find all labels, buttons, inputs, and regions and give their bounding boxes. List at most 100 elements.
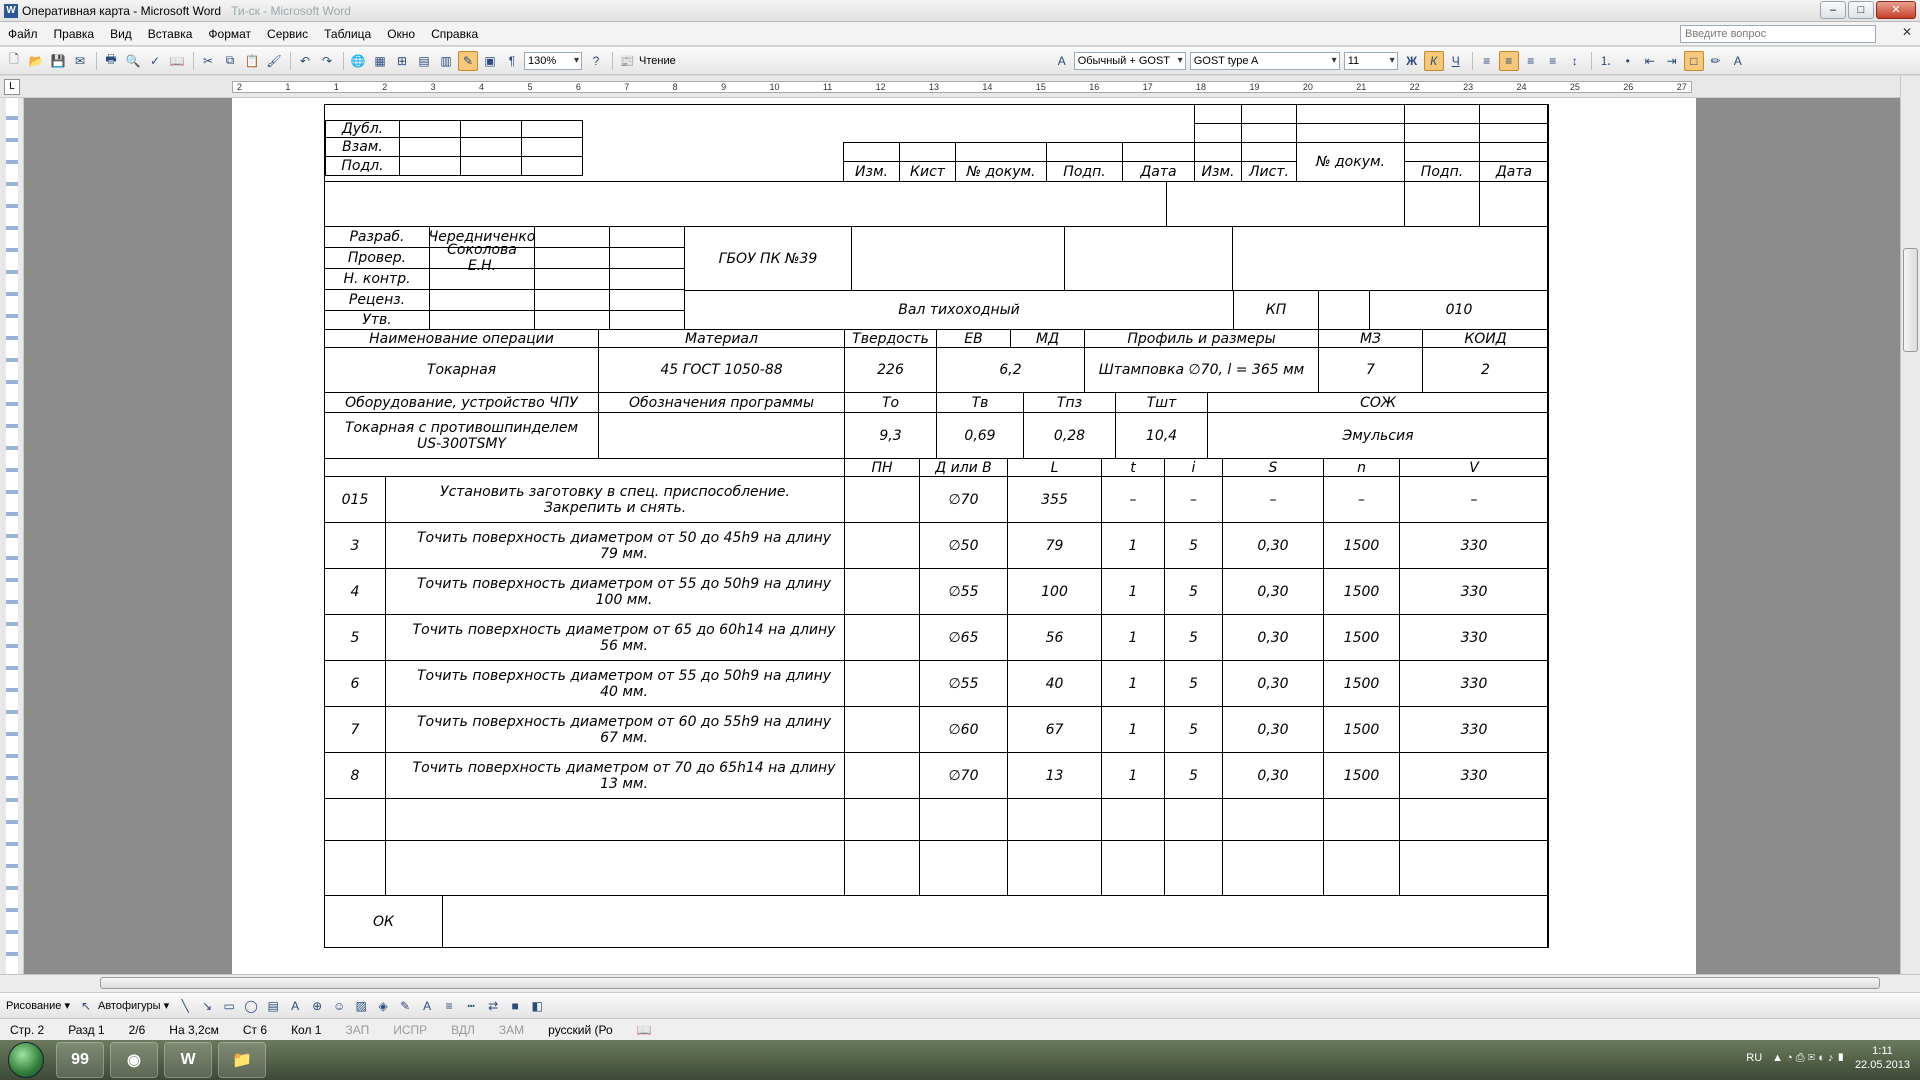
word-app-icon[interactable]: W [4, 3, 18, 18]
menu-tools[interactable]: Сервис [267, 27, 308, 41]
print-icon[interactable]: 🖶 [101, 51, 121, 71]
decrease-indent-icon[interactable]: ⇤ [1640, 51, 1660, 71]
menu-help[interactable]: Справка [431, 27, 478, 41]
bold-button[interactable]: Ж [1402, 51, 1422, 71]
bullets-icon[interactable]: • [1618, 51, 1638, 71]
menu-table[interactable]: Таблица [324, 27, 371, 41]
align-left-icon[interactable]: ≡ [1477, 51, 1497, 71]
wordart-icon[interactable]: A [285, 996, 305, 1016]
font-select[interactable]: GOST type A [1189, 51, 1340, 70]
close-document-icon[interactable]: ✕ [1902, 25, 1912, 39]
menu-format[interactable]: Формат [208, 27, 251, 41]
columns-icon[interactable]: ▥ [436, 51, 456, 71]
horizontal-scroll-thumb[interactable] [100, 977, 1880, 989]
taskbar-badge-icon[interactable]: 99 [56, 1042, 104, 1078]
menu-file[interactable]: Файл [8, 27, 38, 41]
clock[interactable]: 1:11 22.05.2013 [1855, 1044, 1910, 1072]
line-color-icon[interactable]: ✎ [395, 996, 415, 1016]
tab-selector[interactable]: L [4, 79, 20, 95]
textbox-icon[interactable]: ▤ [263, 996, 283, 1016]
select-objects-icon[interactable]: ↖ [76, 996, 96, 1016]
help-search-input[interactable]: Введите вопрос [1680, 25, 1876, 43]
font-color-draw-icon[interactable]: A [417, 996, 437, 1016]
diagram-icon[interactable]: ⊕ [307, 996, 327, 1016]
format-painter-icon[interactable]: 🖌 [264, 51, 284, 71]
maximize-button[interactable]: □ [1848, 1, 1874, 19]
align-right-icon[interactable]: ≡ [1521, 51, 1541, 71]
chrome-icon[interactable]: ◉ [110, 1042, 158, 1078]
close-button[interactable]: ✕ [1876, 1, 1916, 19]
dash-style-icon[interactable]: ┅ [461, 996, 481, 1016]
autoshapes-button[interactable]: Автофигуры ▾ [98, 999, 169, 1012]
font-size-select[interactable]: 11 [1343, 51, 1398, 70]
input-language[interactable]: RU [1746, 1052, 1762, 1064]
line-icon[interactable]: ╲ [175, 996, 195, 1016]
permission-icon[interactable]: ✉ [70, 51, 90, 71]
help-icon[interactable]: ? [586, 51, 606, 71]
shadow-icon[interactable]: ■ [505, 996, 525, 1016]
menu-insert[interactable]: Вставка [148, 27, 193, 41]
new-document-icon[interactable]: 🗋 [4, 51, 24, 71]
oval-icon[interactable]: ◯ [241, 996, 261, 1016]
reading-button[interactable]: Чтение [639, 55, 676, 67]
fill-color-icon[interactable]: ◈ [373, 996, 393, 1016]
hyperlink-icon[interactable]: 🌐 [348, 51, 368, 71]
align-center-icon[interactable]: ≡ [1498, 50, 1519, 71]
zoom-select[interactable]: 130% [524, 51, 582, 70]
document-map-icon[interactable]: ▣ [480, 51, 500, 71]
insert-excel-icon[interactable]: ▤ [414, 51, 434, 71]
print-preview-icon[interactable]: 🔍 [123, 51, 143, 71]
status-trk[interactable]: ИСПР [393, 1023, 427, 1037]
copy-icon[interactable]: ⧉ [220, 51, 240, 71]
status-ext[interactable]: ВДЛ [451, 1023, 475, 1037]
undo-icon[interactable]: ↶ [295, 51, 315, 71]
reading-layout-icon[interactable]: 📰 [617, 51, 637, 71]
status-language[interactable]: русский (Ро [548, 1023, 613, 1037]
paste-icon[interactable]: 📋 [242, 51, 262, 71]
status-ovr[interactable]: ЗАМ [499, 1023, 524, 1037]
research-icon[interactable]: 📖 [167, 51, 187, 71]
word-taskbar-icon[interactable]: W [164, 1042, 212, 1078]
styles-icon[interactable]: A [1052, 51, 1072, 71]
arrow-style-icon[interactable]: ⇄ [483, 996, 503, 1016]
arrow-icon[interactable]: ↘ [197, 996, 217, 1016]
drawing-menu-button[interactable]: Рисование ▾ [6, 999, 70, 1012]
clipart-icon[interactable]: ☺ [329, 996, 349, 1016]
style-select[interactable]: Обычный + GOST [1073, 51, 1186, 70]
line-style-icon[interactable]: ≡ [439, 996, 459, 1016]
underline-button[interactable]: Ч [1446, 51, 1466, 71]
tray-icons[interactable]: ▲ ◔ ⎙ ✉ ◐ ♪ ▮ [1772, 1052, 1845, 1065]
document-page[interactable]: Дубл. Взам. Подл. Изм. Кист № докум. Под… [232, 98, 1696, 974]
picture-icon[interactable]: ▨ [351, 996, 371, 1016]
menu-view[interactable]: Вид [110, 27, 132, 41]
open-folder-icon[interactable]: 📂 [26, 51, 46, 71]
insert-table-icon[interactable]: ⊞ [392, 51, 412, 71]
justify-icon[interactable]: ≡ [1543, 51, 1563, 71]
tables-borders-icon[interactable]: ▦ [370, 51, 390, 71]
drawing-icon[interactable]: ✎ [458, 50, 478, 71]
increase-indent-icon[interactable]: ⇥ [1662, 51, 1682, 71]
show-hide-icon[interactable]: ¶ [502, 51, 522, 71]
italic-button[interactable]: К [1423, 50, 1444, 71]
vertical-scroll-thumb[interactable] [1903, 248, 1918, 352]
horizontal-ruler[interactable]: L 2 1 1 2 3 4 5 6 7 8 9 10 11 12 13 14 15 16 17 18 19 20 21 22 2… [0, 76, 1920, 98]
redo-icon[interactable]: ↷ [317, 51, 337, 71]
spelling-status-icon[interactable]: 📖 [637, 1023, 652, 1037]
save-icon[interactable]: 💾 [48, 51, 68, 71]
border-icon[interactable]: □ [1683, 50, 1704, 71]
horizontal-scrollbar[interactable] [0, 974, 1920, 992]
menu-window[interactable]: Окно [387, 27, 415, 41]
spelling-icon[interactable]: ✓ [145, 51, 165, 71]
status-rec[interactable]: ЗАП [345, 1023, 369, 1037]
start-button[interactable] [8, 1042, 44, 1078]
minimize-button[interactable]: – [1820, 1, 1846, 19]
vertical-scrollbar[interactable] [1900, 76, 1920, 974]
3d-icon[interactable]: ◧ [527, 996, 547, 1016]
font-color-icon[interactable]: A [1728, 51, 1748, 71]
line-spacing-icon[interactable]: ↕ [1565, 51, 1585, 71]
menu-edit[interactable]: Правка [54, 27, 95, 41]
vertical-ruler[interactable] [0, 98, 24, 974]
rectangle-icon[interactable]: ▭ [219, 996, 239, 1016]
highlight-icon[interactable]: ✏ [1706, 51, 1726, 71]
cut-icon[interactable]: ✂ [198, 51, 218, 71]
